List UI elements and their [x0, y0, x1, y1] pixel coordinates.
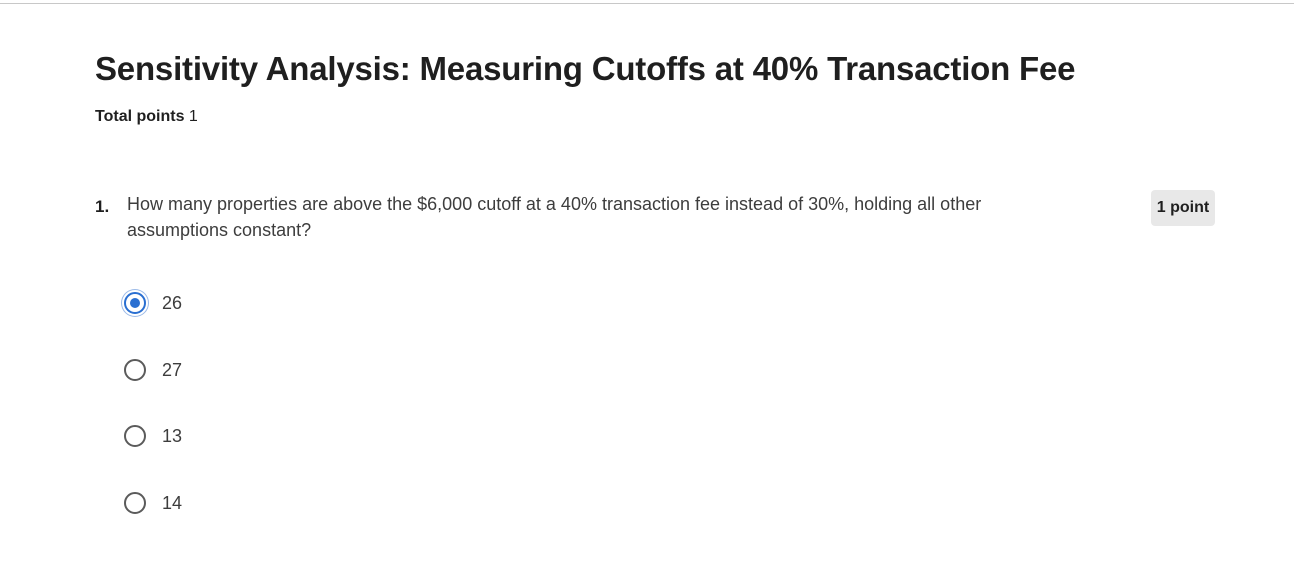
radio-unselected-icon[interactable]: [124, 359, 146, 381]
answer-option-1[interactable]: 26: [124, 289, 182, 317]
quiz-page: Sensitivity Analysis: Measuring Cutoffs …: [0, 0, 1294, 580]
answer-option-label: 26: [162, 293, 183, 313]
total-points: Total points 1: [95, 106, 198, 128]
page-title: Sensitivity Analysis: Measuring Cutoffs …: [95, 50, 1076, 87]
radio-selected-icon[interactable]: [124, 292, 146, 314]
total-points-value: 1: [188, 108, 198, 125]
top-divider: [0, 3, 1294, 4]
answer-option-label: 13: [162, 426, 183, 446]
answer-option-label: 27: [162, 360, 183, 380]
question-number: 1.: [95, 197, 110, 216]
total-points-label: Total points: [95, 108, 185, 125]
radio-unselected-icon[interactable]: [124, 425, 146, 447]
answer-option-label: 14: [162, 493, 183, 513]
question-text: How many properties are above the $6,000…: [127, 194, 982, 240]
answer-option-2[interactable]: 27: [124, 356, 182, 384]
answer-option-4[interactable]: 14: [124, 489, 182, 517]
radio-unselected-icon[interactable]: [124, 492, 146, 514]
points-badge: 1 point: [1151, 190, 1215, 226]
answer-option-3[interactable]: 13: [124, 422, 182, 450]
